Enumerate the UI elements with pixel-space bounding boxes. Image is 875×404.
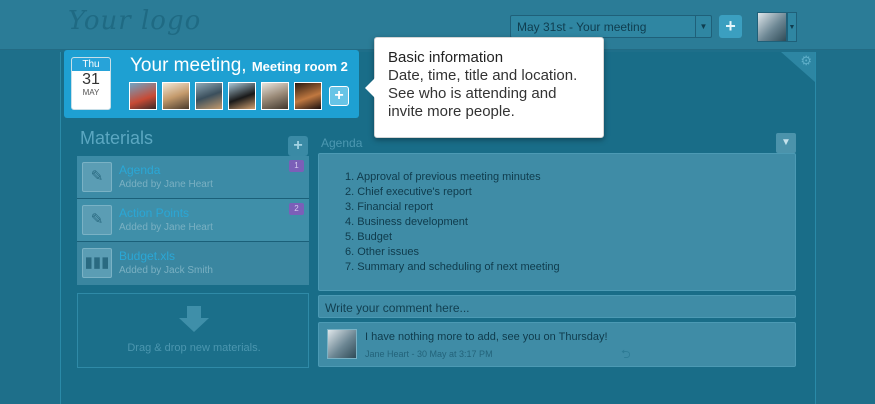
meeting-room: Meeting room 2 [251,59,348,74]
agenda-label: Agenda [321,136,363,150]
comment-entry: I have nothing more to add, see you on T… [318,322,796,367]
attendee-avatar[interactable] [129,82,157,110]
comment-input[interactable]: Write your comment here... [318,295,796,318]
comment-count-badge[interactable]: 1 [289,160,304,172]
help-tooltip: Basic information Date, time, title and … [365,37,604,138]
attendee-avatar[interactable] [195,82,223,110]
material-name[interactable]: Budget.xls [119,249,175,263]
reply-icon[interactable]: ⮌ [621,345,631,366]
date-day-of-week: Thu [72,58,110,71]
agenda-list: 1. Approval of previous meeting minutes … [345,170,560,275]
agenda-item: 4. Business development [345,216,468,228]
attendee-avatar[interactable] [228,82,256,110]
settings-corner[interactable]: ⚙ [781,52,815,82]
material-added-by: Added by Jane Heart [119,222,213,233]
date-day: 31 [82,71,100,88]
agenda-item: 6. Other issues [345,246,419,258]
document-icon: ✎ [82,205,112,235]
meeting-header-card: Thu 31 MAY 2 PM Your meeting, Meeting ro… [64,50,359,118]
material-dropzone[interactable]: Drag & drop new materials. [77,293,309,368]
comment-input-placeholder: Write your comment here... [325,301,470,315]
attendee-list [129,82,322,110]
user-avatar[interactable] [757,12,787,42]
meeting-title-text: Your meeting, [130,55,247,76]
attendee-avatar[interactable] [162,82,190,110]
document-icon: ✎ [82,162,112,192]
meeting-title[interactable]: Your meeting, Meeting room 2 [130,55,348,77]
tooltip-arrow [365,78,375,98]
agenda-content: 1. Approval of previous meeting minutes … [318,153,796,291]
material-name[interactable]: Agenda [119,163,160,177]
drop-arrow-icon [179,306,209,332]
tooltip-body: Date, time, title and location. See who … [388,67,578,120]
material-added-by: Added by Jack Smith [119,265,213,276]
agenda-item: 3. Financial report [345,201,434,213]
comment-count-badge[interactable]: 2 [289,203,304,215]
bar-chart-icon: ▮▮▮ [82,248,112,278]
attendee-avatar[interactable] [261,82,289,110]
material-item[interactable]: ▮▮▮ Budget.xls Added by Jack Smith [77,242,309,285]
chevron-down-icon[interactable]: ▼ [695,16,711,37]
attendee-avatar[interactable] [294,82,322,110]
chevron-down-icon: ▼ [781,137,791,148]
invite-attendee-button[interactable]: + [329,86,349,106]
user-menu-chevron-icon[interactable]: ▼ [787,12,797,42]
comment-text: I have nothing more to add, see you on T… [365,331,608,343]
agenda-item: 7. Summary and scheduling of next meetin… [345,261,560,273]
date-month: MAY [82,88,100,97]
add-material-button[interactable]: + [288,136,308,156]
tooltip-title: Basic information [388,49,504,66]
plus-icon: + [725,16,736,36]
app-logo[interactable]: Your logo [68,6,201,36]
plus-icon: + [293,137,303,154]
agenda-item: 2. Chief executive's report [345,186,472,198]
material-added-by: Added by Jane Heart [119,179,213,190]
agenda-item: 5. Budget [345,231,393,243]
dropzone-text: Drag & drop new materials. [127,342,261,354]
meeting-select[interactable]: May 31st - Your meeting ▼ [510,15,712,38]
plus-icon: + [334,87,344,104]
comment-meta: Jane Heart - 30 May at 3:17 PM [365,349,493,359]
agenda-collapse-button[interactable]: ▼ [776,133,796,153]
material-item[interactable]: ✎ Action Points Added by Jane Heart 2 [77,199,309,242]
arrow-head [179,318,209,332]
meeting-select-value: May 31st - Your meeting [517,20,647,34]
add-meeting-button[interactable]: + [719,15,742,38]
avatar [327,329,357,359]
materials-heading: Materials [80,128,154,148]
material-item[interactable]: ✎ Agenda Added by Jane Heart 1 [77,156,309,199]
meeting-time: 2 PM [81,98,101,107]
gear-icon[interactable]: ⚙ [800,53,812,69]
materials-list: ✎ Agenda Added by Jane Heart 1 ✎ Action … [77,156,309,287]
agenda-item: 1. Approval of previous meeting minutes [345,171,541,183]
material-name[interactable]: Action Points [119,206,189,220]
